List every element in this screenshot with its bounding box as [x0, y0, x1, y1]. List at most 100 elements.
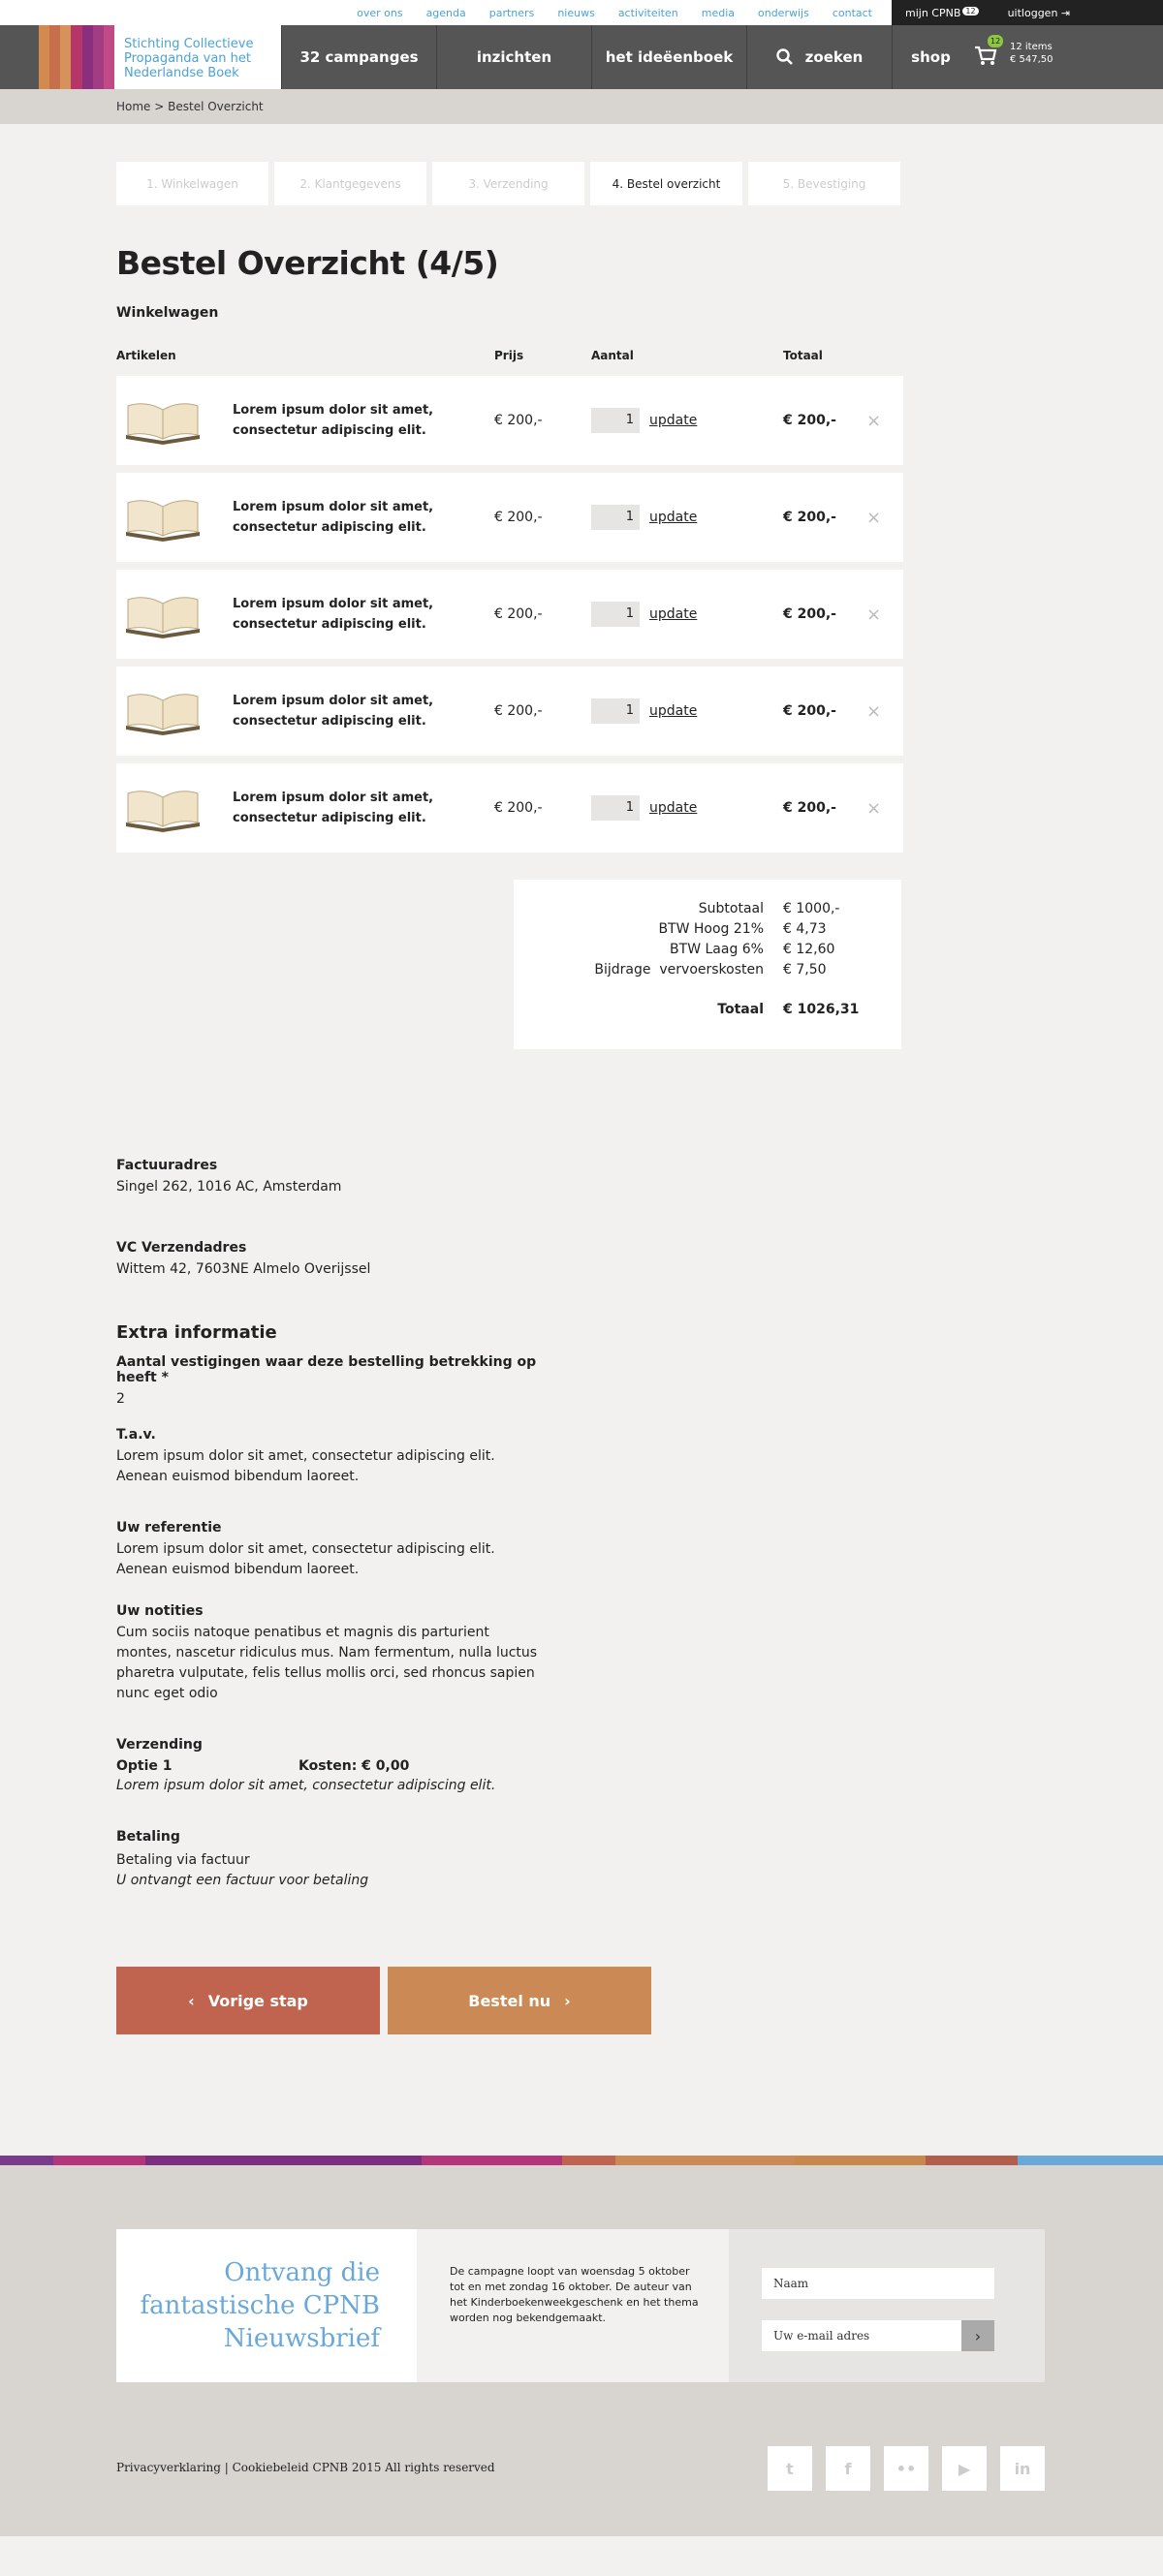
row-total: € 200,- — [783, 606, 836, 622]
step-verzending[interactable]: 3. Verzending — [432, 162, 584, 205]
invoice-value: Singel 262, 1016 AC, Amsterdam — [116, 1179, 342, 1195]
utility-link-partners[interactable]: partners — [489, 7, 535, 19]
logo-line-2: Propaganda van het — [124, 51, 252, 66]
quantity-input[interactable]: 1 — [591, 698, 640, 724]
nav-item-ideeenboek[interactable]: het ideëenboek — [591, 25, 746, 89]
summary-line: BTW Laag 6% € 12,60 — [514, 942, 901, 962]
newsletter-submit-button[interactable]: › — [961, 2320, 994, 2351]
product-name[interactable]: Lorem ipsum dolor sit amet, consectetur … — [233, 788, 436, 828]
legal-links[interactable]: Privacyverklaring | Cookiebeleid CPNB 20… — [116, 2461, 495, 2474]
shipping-address: VC Verzendadres Wittem 42, 7603NE Almelo… — [116, 1240, 903, 1280]
delivery-cost: Kosten: € 0,00 — [299, 1758, 410, 1774]
notes-label: Uw notities — [116, 1603, 204, 1619]
product-name[interactable]: Lorem ipsum dolor sit amet, consectetur … — [233, 400, 436, 441]
twitter-icon[interactable]: t — [768, 2446, 812, 2491]
product-price: € 200,- — [494, 413, 543, 428]
nav-item-shop[interactable]: shop — [892, 25, 969, 89]
delivery-option-row: Optie 1 Kosten: € 0,00 — [116, 1758, 903, 1774]
nav-items: 32 campanges inzichten het ideëenboek zo… — [281, 25, 969, 89]
utility-link-nieuws[interactable]: nieuws — [557, 7, 595, 19]
quantity-input[interactable]: 1 — [591, 602, 640, 627]
social-links: t f •• ▶ in — [768, 2446, 1045, 2491]
utility-link-activiteiten[interactable]: activiteiten — [618, 7, 678, 19]
cart-icon: 12 — [973, 35, 1004, 68]
remove-icon[interactable]: × — [866, 411, 881, 431]
logout-link[interactable]: uitloggen ⇥ — [1008, 7, 1071, 19]
flickr-icon[interactable]: •• — [884, 2446, 928, 2491]
col-totaal: Totaal — [783, 349, 823, 362]
utility-link-agenda[interactable]: agenda — [426, 7, 466, 19]
utility-link-onderwijs[interactable]: onderwijs — [758, 7, 809, 19]
table-row: Lorem ipsum dolor sit amet, consectetur … — [116, 763, 903, 853]
step-bevestiging[interactable]: 5. Bevestiging — [748, 162, 900, 205]
order-summary: Subtotaal € 1000,- BTW Hoog 21% € 4,73 BTW… — [514, 880, 901, 1049]
update-link[interactable]: update — [649, 413, 697, 428]
main-nav: Stichting Collectieve Propaganda van het… — [0, 25, 1163, 89]
nav-item-campagnes[interactable]: 32 campanges — [281, 25, 436, 89]
breadcrumb-text[interactable]: Home > Bestel Overzicht — [116, 100, 264, 113]
branches-value: 2 — [116, 1391, 125, 1407]
top-utility-bar: over ons agenda partners nieuws activite… — [0, 0, 1163, 25]
breadcrumb: Home > Bestel Overzicht — [0, 89, 1163, 124]
step-winkelwagen[interactable]: 1. Winkelwagen — [116, 162, 268, 205]
logo[interactable]: Stichting Collectieve Propaganda van het… — [114, 25, 281, 89]
product-price: € 200,- — [494, 510, 543, 525]
my-account-badge: 12 — [962, 6, 979, 16]
extra-info-heading: Extra informatie — [116, 1322, 277, 1343]
product-name[interactable]: Lorem ipsum dolor sit amet, consectetur … — [233, 497, 436, 538]
summary-label: Subtotaal — [698, 901, 764, 916]
cart-total: € 547,50 — [1010, 54, 1053, 65]
youtube-icon[interactable]: ▶ — [942, 2446, 987, 2491]
step-klantgegevens[interactable]: 2. Klantgegevens — [274, 162, 426, 205]
update-link[interactable]: update — [649, 800, 697, 816]
nav-label: 32 campanges — [299, 48, 419, 66]
delivery-heading: Verzending — [116, 1737, 203, 1753]
my-account-label: mijn CPNB — [905, 6, 961, 19]
previous-step-label: Vorige stap — [207, 1991, 308, 2010]
nav-item-zoeken[interactable]: zoeken — [746, 25, 892, 89]
page-title: Bestel Overzicht (4/5) — [116, 244, 499, 282]
update-link[interactable]: update — [649, 510, 697, 525]
linkedin-icon[interactable]: in — [1000, 2446, 1045, 2491]
update-link[interactable]: update — [649, 606, 697, 622]
product-name[interactable]: Lorem ipsum dolor sit amet, consectetur … — [233, 594, 436, 635]
col-aantal: Aantal — [591, 349, 634, 362]
extra-branches: Aantal vestigingen waar deze bestelling … — [116, 1354, 543, 1410]
product-name[interactable]: Lorem ipsum dolor sit amet, consectetur … — [233, 691, 436, 731]
remove-icon[interactable]: × — [866, 701, 881, 722]
utility-link-over-ons[interactable]: over ons — [357, 7, 402, 19]
product-price: € 200,- — [494, 606, 543, 622]
product-price: € 200,- — [494, 703, 543, 719]
book-image — [126, 694, 200, 735]
order-now-button[interactable]: Bestel nu › — [388, 1967, 651, 2034]
cart-badge: 12 — [988, 35, 1004, 47]
step-bestel-overzicht[interactable]: 4. Bestel overzicht — [590, 162, 742, 205]
update-link[interactable]: update — [649, 703, 697, 719]
remove-icon[interactable]: × — [866, 508, 881, 528]
book-image — [126, 791, 200, 832]
previous-step-button[interactable]: ‹ Vorige stap — [116, 1967, 380, 2034]
extra-notes: Uw notities Cum sociis natoque penatibus… — [116, 1603, 543, 1704]
payment-note: U ontvangt een factuur voor betaling — [116, 1873, 369, 1888]
name-field[interactable]: Naam — [762, 2268, 994, 2299]
search-icon — [775, 48, 793, 65]
footer-stripe — [0, 2156, 1163, 2165]
utility-link-contact[interactable]: contact — [833, 7, 872, 19]
remove-icon[interactable]: × — [866, 798, 881, 819]
quantity-input[interactable]: 1 — [591, 408, 640, 433]
my-account-link[interactable]: mijn CPNB 12 — [905, 6, 979, 19]
cart-summary[interactable]: 12 12 items € 547,50 — [973, 35, 1053, 68]
summary-total-value: € 1026,31 — [783, 1002, 860, 1017]
utility-link-media[interactable]: media — [702, 7, 735, 19]
main-content: 1. Winkelwagen 2. Klantgegevens 3. Verze… — [116, 162, 903, 2034]
quantity-input[interactable]: 1 — [591, 795, 640, 821]
facebook-icon[interactable]: f — [826, 2446, 870, 2491]
summary-line: BTW Hoog 21% € 4,73 — [514, 921, 901, 942]
quantity-input[interactable]: 1 — [591, 505, 640, 530]
remove-icon[interactable]: × — [866, 605, 881, 625]
email-field[interactable]: Uw e-mail adres — [762, 2320, 961, 2351]
nav-item-inzichten[interactable]: inzichten — [436, 25, 591, 89]
tav-label: T.a.v. — [116, 1427, 156, 1443]
chevron-left-icon: ‹ — [188, 1991, 195, 2010]
nav-label: shop — [911, 48, 951, 66]
